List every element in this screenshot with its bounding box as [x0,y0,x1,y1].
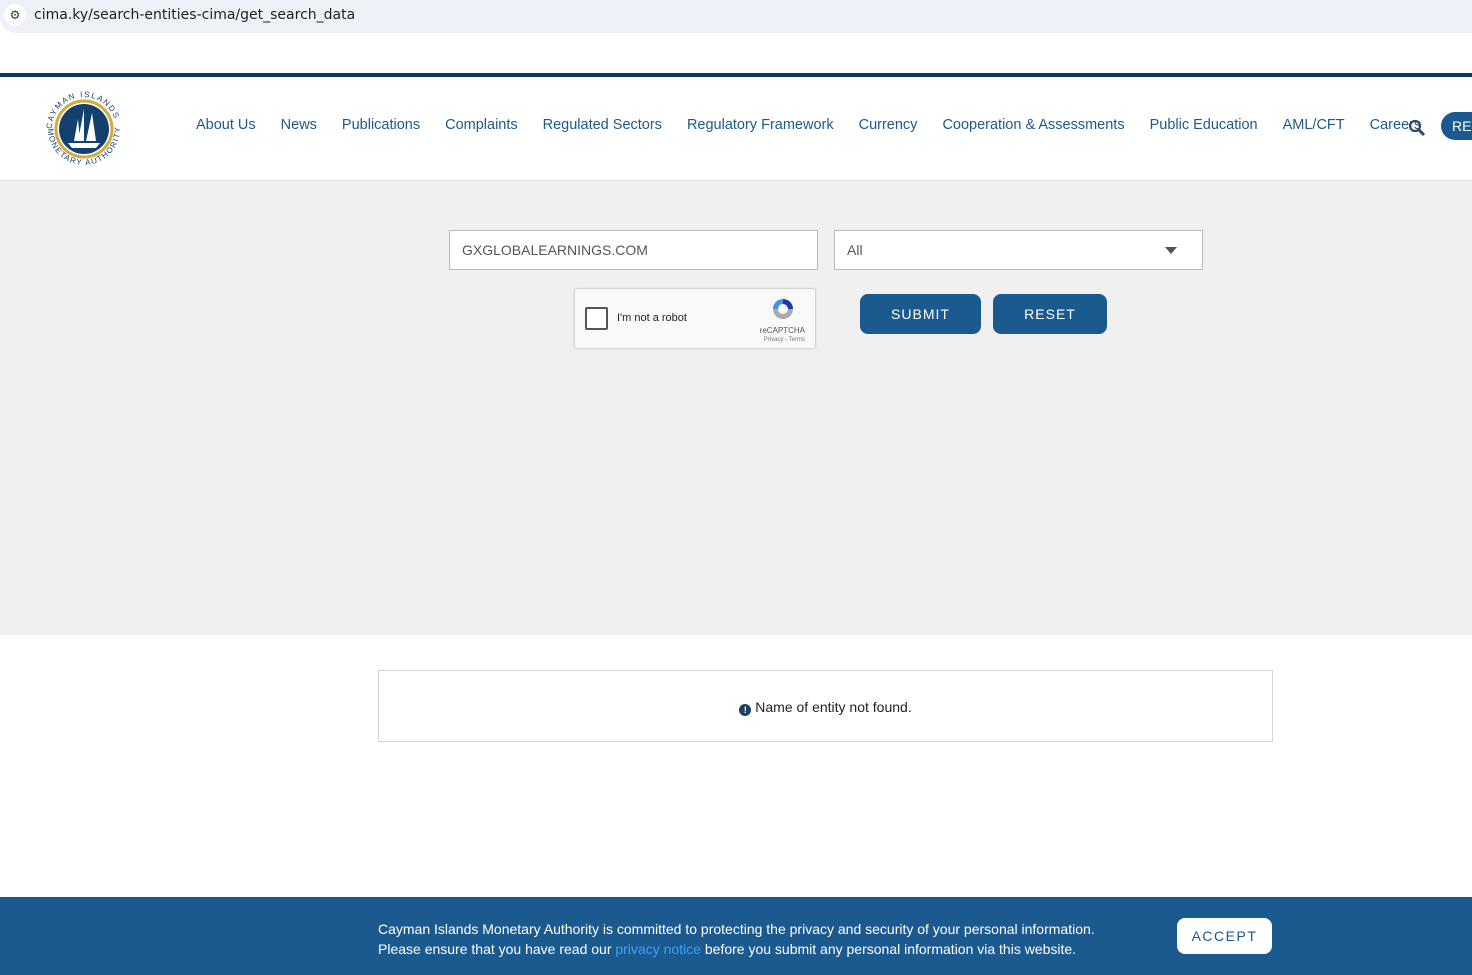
main-nav: About Us News Publications Complaints Re… [196,117,1446,133]
url-text[interactable]: cima.ky/search-entities-cima/get_search_… [34,7,355,23]
recaptcha-checkbox[interactable] [585,307,608,330]
submit-button[interactable]: SUBMIT [860,294,981,334]
search-icon[interactable] [1408,119,1426,137]
result-box: ! Name of entity not found. [378,670,1273,742]
recaptcha-brand: reCAPTCHA [759,326,805,335]
recaptcha-icon [773,299,793,319]
privacy-notice-link[interactable]: privacy notice [615,941,701,957]
site-settings-icon[interactable]: ⚙ [4,4,26,26]
chevron-down-icon [1165,247,1177,254]
category-value: All [847,242,863,258]
entity-search-input[interactable]: GXGLOBALEARNINGS.COM [449,230,818,270]
nav-regulated-sectors[interactable]: Regulated Sectors [543,117,662,133]
nav-aml-cft[interactable]: AML/CFT [1283,117,1345,133]
accept-button[interactable]: ACCEPT [1177,918,1272,954]
recaptcha-widget: I'm not a robot reCAPTCHA Privacy - Term… [574,288,816,349]
info-exclamation-icon: ! [739,704,752,716]
reset-button[interactable]: RESET [993,294,1107,334]
search-section: GXGLOBALEARNINGS.COM All I'm not a robot… [0,181,1472,635]
nav-regulatory-framework[interactable]: Regulatory Framework [687,117,834,133]
nav-currency[interactable]: Currency [859,117,918,133]
nav-about-us[interactable]: About Us [196,117,256,133]
result-message: Name of entity not found. [755,699,912,715]
privacy-banner: Cayman Islands Monetary Authority is com… [0,897,1472,975]
cima-logo[interactable]: CAYMAN ISLANDS MONETARY AUTHORITY [38,85,130,173]
recaptcha-label: I'm not a robot [617,312,687,324]
category-select[interactable]: All [834,230,1203,270]
nav-cooperation[interactable]: Cooperation & Assessments [942,117,1124,133]
nav-complaints[interactable]: Complaints [445,117,518,133]
nav-news[interactable]: News [281,117,317,133]
recaptcha-links[interactable]: Privacy - Terms [764,337,805,343]
nav-public-education[interactable]: Public Education [1150,117,1258,133]
nav-publications[interactable]: Publications [342,117,420,133]
header-cta-button[interactable]: REG [1441,112,1472,140]
privacy-line-1: Cayman Islands Monetary Authority is com… [378,921,1095,937]
browser-address-bar[interactable]: ⚙ cima.ky/search-entities-cima/get_searc… [0,0,1472,33]
site-header: CAYMAN ISLANDS MONETARY AUTHORITY About … [0,77,1472,181]
privacy-text: Cayman Islands Monetary Authority is com… [378,919,1095,959]
privacy-line-2-pre: Please ensure that you have read our [378,941,616,957]
privacy-line-2-post: before you submit any personal informati… [700,941,1077,957]
